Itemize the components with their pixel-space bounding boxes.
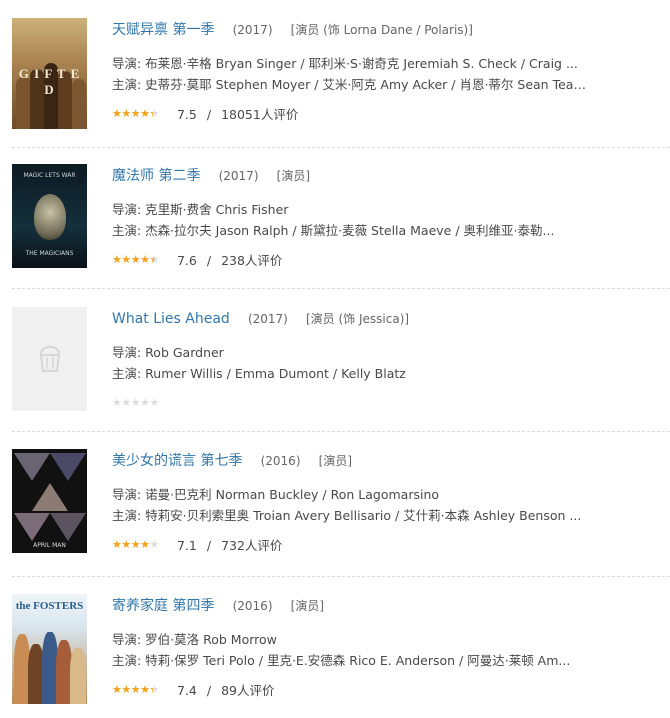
poster-image[interactable]: APRIL MAN (12, 449, 87, 553)
subject-title-link[interactable]: 魔法师 第二季 (112, 168, 200, 184)
cast-line: 主演: 杰森·拉尔夫 Jason Ralph / 斯黛拉·麦薇 Stella M… (112, 223, 555, 238)
poster-image[interactable]: the FOSTERS (12, 594, 87, 704)
rating-stars-empty: ★★★★★★★★★★ (112, 397, 159, 408)
divider (12, 576, 670, 577)
poster-placeholder[interactable] (12, 307, 87, 411)
poster-title-text: G I F T E D (18, 66, 81, 97)
poster-title-text: the FOSTERS (15, 600, 84, 612)
cast-line: 主演: Rumer Willis / Emma Dumont / Kelly B… (112, 366, 406, 381)
director-line: 导演: 布莱恩·辛格 Bryan Singer / 耶利米·S·谢奇克 Jere… (112, 56, 578, 71)
subject-title-link[interactable]: 寄养家庭 第四季 (112, 598, 214, 614)
rating-score: 7.5 (176, 107, 197, 122)
subject-title-link[interactable]: 美少女的谎言 第七季 (112, 453, 242, 469)
subject-role: [演员] (318, 454, 353, 468)
subject-title-link[interactable]: 天赋异禀 第一季 (112, 22, 214, 38)
subject-role: [演员] (290, 599, 325, 613)
director-line: 导演: 罗伯·莫洛 Rob Morrow (112, 632, 277, 647)
rating-count: 732人评价 (221, 538, 283, 553)
rating-separator: / (206, 683, 212, 698)
subject-role: [演员 (饰 Jessica)] (306, 312, 410, 326)
rating-stars: ★★★★★★★★★★ (112, 108, 159, 119)
subject-year: (2016) (260, 454, 301, 468)
rating-count: 18051人评价 (221, 107, 299, 122)
placeholder-movie-icon (39, 345, 61, 372)
subject-role: [演员] (276, 169, 311, 183)
cast-line: 主演: 特莉·保罗 Teri Polo / 里克·E.安德森 Rico E. A… (112, 653, 571, 668)
cast-line: 主演: 史蒂芬·莫耶 Stephen Moyer / 艾米·阿克 Amy Ack… (112, 77, 587, 92)
poster-title-text: APRIL MAN (33, 542, 66, 549)
subject-title-link[interactable]: What Lies Ahead (112, 311, 230, 327)
subject-year: (2016) (232, 599, 273, 613)
director-line: 导演: 诺曼·巴克利 Norman Buckley / Ron Lagomars… (112, 487, 440, 502)
subject-year: (2017) (247, 312, 288, 326)
poster-title-text: THE MAGICIANS (25, 250, 74, 257)
poster-image[interactable]: G I F T E D (12, 18, 87, 129)
rating-score: 7.1 (176, 538, 197, 553)
director-line: 导演: Rob Gardner (112, 345, 224, 360)
subject-role: [演员 (饰 Lorna Dane / Polaris)] (290, 23, 473, 37)
divider (12, 288, 670, 289)
rating-count: 89人评价 (221, 683, 275, 698)
rating-count: 238人评价 (221, 253, 283, 268)
poster-tagline-text: MAGIC LETS WAR (23, 172, 76, 179)
divider (12, 431, 670, 432)
subject-year: (2017) (232, 23, 273, 37)
rating-separator: / (206, 538, 212, 553)
poster-image[interactable]: MAGIC LETS WAR THE MAGICIANS (12, 164, 87, 268)
subject-year: (2017) (218, 169, 259, 183)
rating-separator: / (206, 253, 212, 268)
rating-stars: ★★★★★★★★★★ (112, 254, 159, 265)
cast-line: 主演: 特莉安·贝利索里奥 Troian Avery Bellisario / … (112, 508, 582, 523)
rating-score: 7.4 (176, 683, 197, 698)
rating-separator: / (206, 107, 212, 122)
rating-stars: ★★★★★★★★★★ (112, 684, 159, 695)
divider (12, 147, 670, 148)
rating-score: 7.6 (176, 253, 197, 268)
poster-figure (34, 194, 66, 240)
director-line: 导演: 克里斯·费舍 Chris Fisher (112, 202, 289, 217)
rating-stars: ★★★★★★★★★★ (112, 539, 159, 550)
